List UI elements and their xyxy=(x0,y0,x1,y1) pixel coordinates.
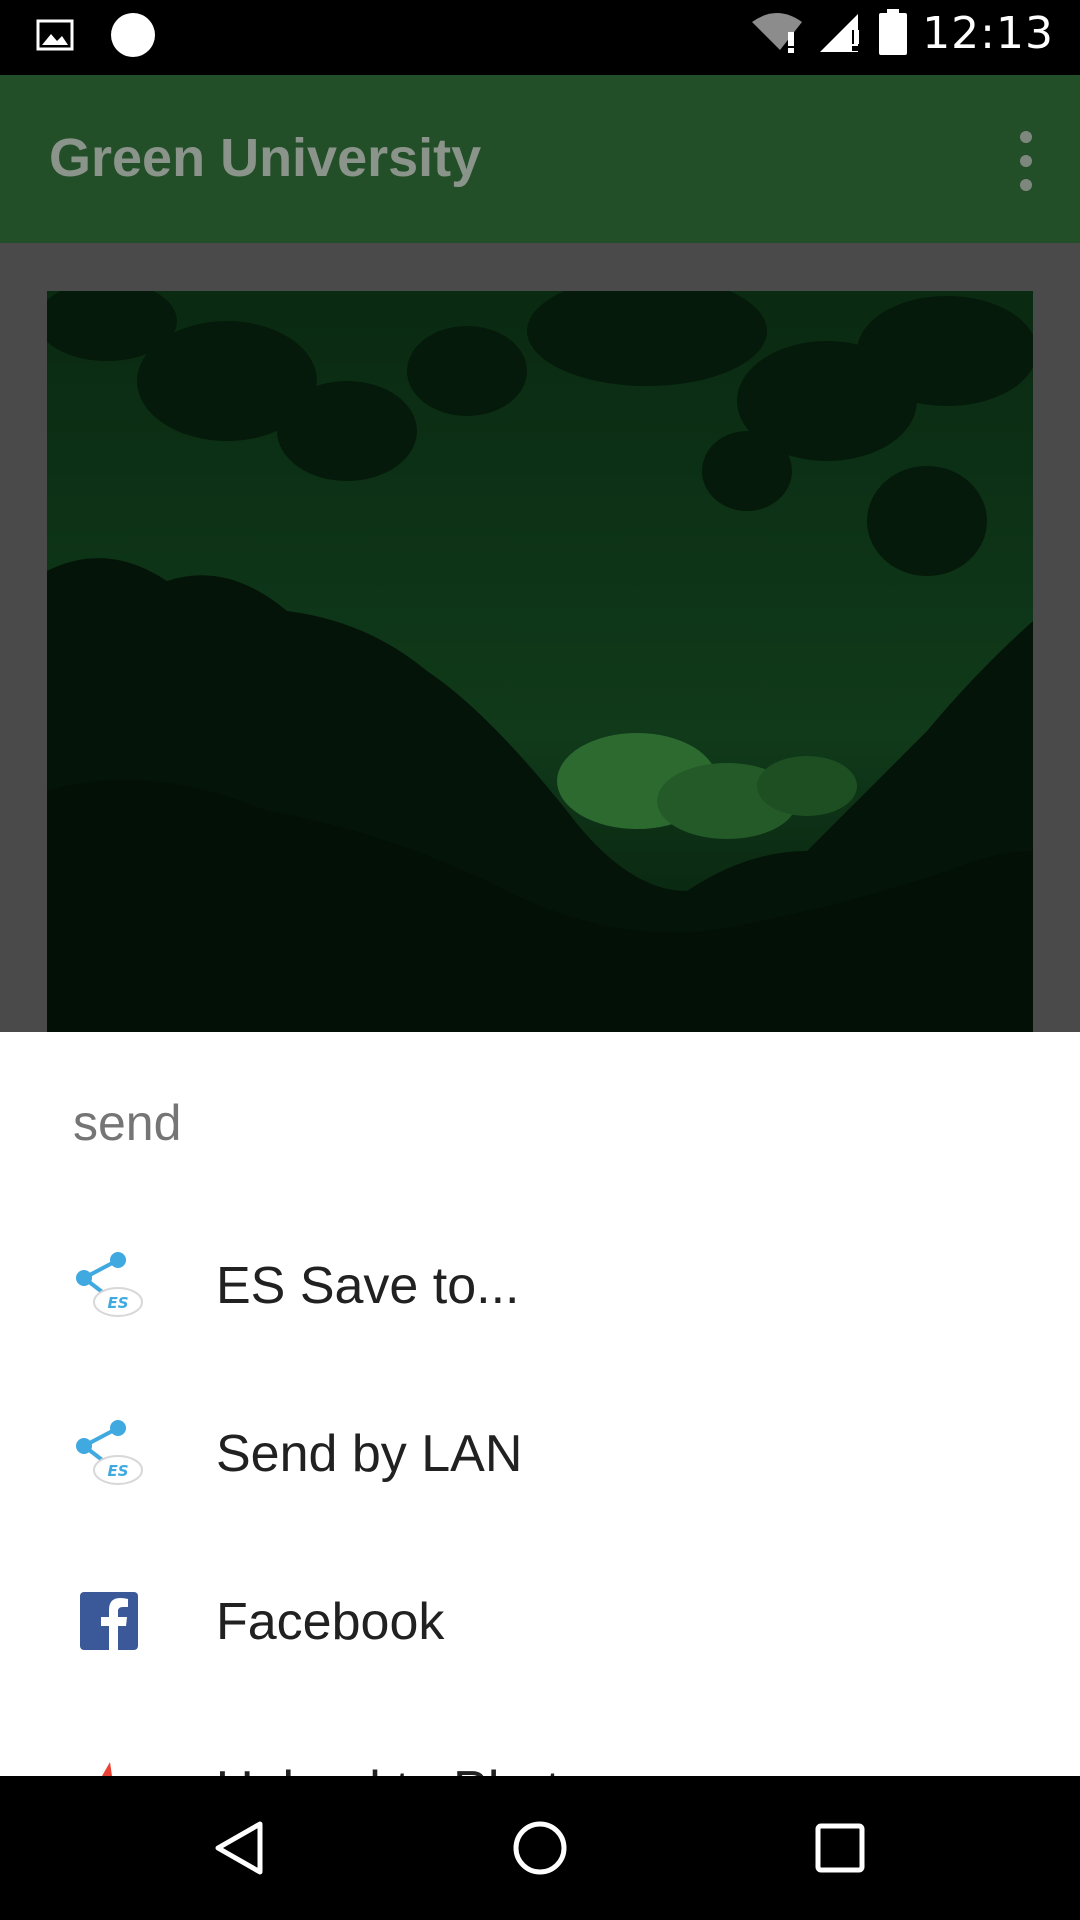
share-item-label: Send by LAN xyxy=(216,1425,523,1483)
circle-notification-icon xyxy=(110,12,156,62)
es-share-icon: ES xyxy=(74,1418,146,1490)
image-notification-icon xyxy=(36,19,74,55)
facebook-icon xyxy=(74,1586,146,1658)
recents-icon[interactable] xyxy=(770,1776,910,1920)
share-sheet: send ES ES Save to... ES Send by LAN Fac… xyxy=(0,1032,1080,1776)
svg-text:ES: ES xyxy=(107,1462,128,1480)
share-item-label: Facebook xyxy=(216,1593,445,1651)
wifi-alert-icon xyxy=(750,10,804,58)
share-item-facebook[interactable]: Facebook xyxy=(0,1538,1080,1706)
share-item-send-by-lan[interactable]: ES Send by LAN xyxy=(0,1370,1080,1538)
photos-icon xyxy=(74,1754,146,1776)
home-icon[interactable] xyxy=(470,1776,610,1920)
battery-icon xyxy=(878,8,908,59)
back-icon[interactable] xyxy=(170,1776,310,1920)
cell-signal-alert-icon xyxy=(818,10,864,58)
app-bar: Green University xyxy=(0,75,1080,243)
app-title: Green University xyxy=(49,128,482,188)
hero-image xyxy=(47,291,1033,1033)
navigation-bar xyxy=(0,1776,1080,1920)
svg-text:ES: ES xyxy=(107,1294,128,1312)
share-sheet-title: send xyxy=(73,1095,182,1151)
es-share-icon: ES xyxy=(74,1250,146,1322)
share-item-upload-photos[interactable]: Upload to Photos xyxy=(0,1706,1080,1776)
overflow-menu-icon[interactable] xyxy=(1006,131,1046,191)
share-item-label: Upload to Photos xyxy=(216,1760,615,1776)
status-bar: 12:13 xyxy=(0,0,1080,75)
share-item-es-save[interactable]: ES ES Save to... xyxy=(0,1202,1080,1370)
status-clock: 12:13 xyxy=(922,8,1054,59)
share-item-label: ES Save to... xyxy=(216,1257,520,1315)
